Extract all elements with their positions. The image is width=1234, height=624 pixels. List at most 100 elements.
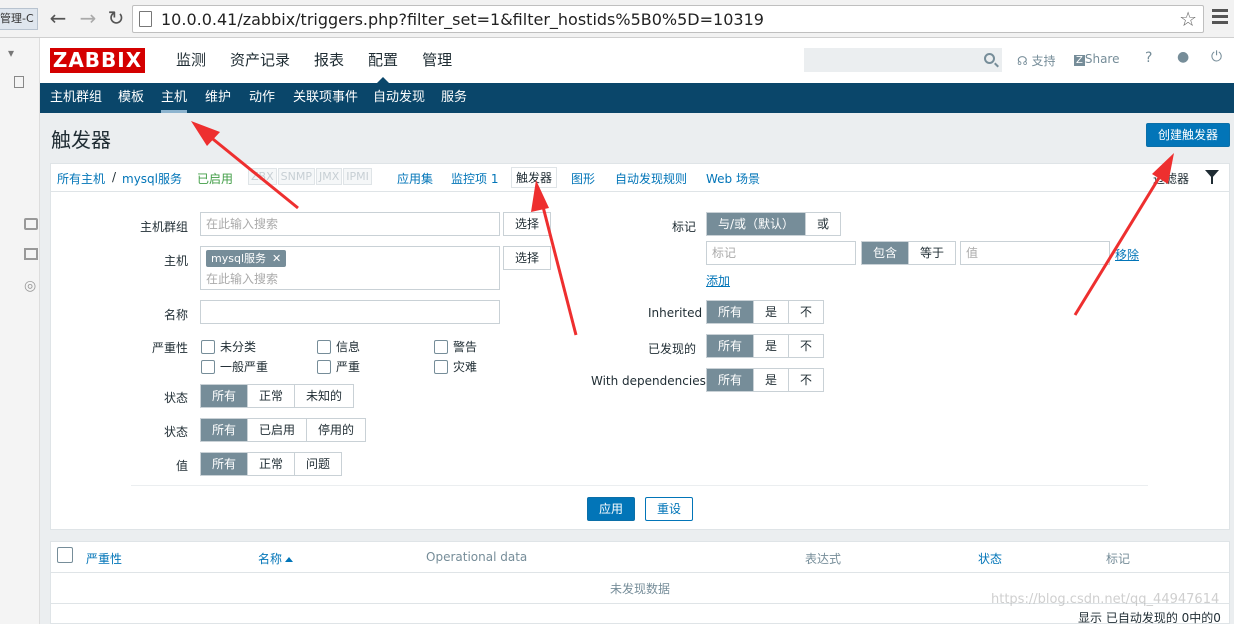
host-chip-label: mysql服务 (211, 252, 266, 265)
subnav-templates[interactable]: 模板 (118, 83, 144, 113)
share-label: Share (1084, 52, 1120, 66)
forward-icon[interactable]: → (75, 7, 101, 31)
tag-op-equals[interactable]: 等于 (909, 242, 955, 264)
items-link[interactable]: 监控项 1 (451, 170, 498, 187)
triggers-tab[interactable]: 触发器 (511, 167, 558, 188)
host-multiselect[interactable]: mysql服务 ✕ 在此输入搜索 (200, 246, 500, 290)
severity-disaster[interactable]: 灾难 (434, 358, 477, 375)
help-icon[interactable]: ? (1145, 50, 1152, 66)
severity-high[interactable]: 严重 (317, 358, 360, 375)
discovered-all[interactable]: 所有 (707, 335, 755, 357)
share-link[interactable]: Z Share (1074, 52, 1120, 66)
applications-link[interactable]: 应用集 (397, 170, 433, 187)
global-search-input[interactable] (804, 48, 1002, 72)
dependencies-no[interactable]: 不 (789, 369, 823, 391)
severity-average[interactable]: 一般严重 (201, 358, 268, 375)
tags-or[interactable]: 或 (806, 213, 840, 235)
watermark-text: https://blog.csdn.net/qq_44947614 (991, 592, 1220, 607)
inherited-all[interactable]: 所有 (707, 301, 755, 323)
col-status[interactable]: 状态 (978, 550, 1002, 567)
name-input[interactable] (200, 300, 500, 324)
subnav-services[interactable]: 服务 (441, 83, 467, 113)
sort-asc-icon (285, 557, 294, 562)
graphs-link[interactable]: 图形 (571, 170, 595, 187)
tag-value-input[interactable]: 值 (960, 241, 1110, 265)
web-scenarios-link[interactable]: Web 场景 (706, 170, 760, 187)
menu-configuration[interactable]: 配置 (356, 38, 410, 83)
subnav-host-groups[interactable]: 主机群组 (50, 83, 102, 113)
user-profile-icon[interactable]: ● (1177, 49, 1189, 65)
discovered-yes[interactable]: 是 (754, 335, 790, 357)
browser-menu-icon[interactable] (1212, 9, 1228, 27)
tag-op-contains[interactable]: 包含 (862, 242, 910, 264)
subnav-maintenance[interactable]: 维护 (205, 83, 231, 113)
tag-remove-link[interactable]: 移除 (1115, 246, 1139, 263)
col-operational-data: Operational data (426, 550, 528, 564)
host-group-select-button[interactable]: 选择 (503, 212, 551, 236)
reset-button[interactable]: 重设 (645, 497, 693, 521)
inherited-yes[interactable]: 是 (754, 301, 790, 323)
create-trigger-button[interactable]: 创建触发器 (1146, 123, 1230, 147)
tag-add-link[interactable]: 添加 (706, 272, 730, 289)
severity-warning[interactable]: 警告 (434, 338, 477, 355)
discovered-no[interactable]: 不 (789, 335, 823, 357)
top-menu: 监测 资产记录 报表 配置 管理 (164, 38, 464, 83)
value-problem[interactable]: 问题 (295, 453, 341, 475)
col-name[interactable]: 名称 (258, 550, 294, 567)
support-link[interactable]: ☊ 支持 (1017, 52, 1056, 69)
reload-icon[interactable]: ↻ (103, 7, 129, 31)
bookmark-star-icon[interactable]: ☆ (1179, 7, 1197, 31)
tag-name-input[interactable]: 标记 (706, 241, 856, 265)
all-hosts-link[interactable]: 所有主机 (57, 170, 105, 187)
discovery-rules-link[interactable]: 自动发现规则 (615, 170, 687, 187)
subnav-hosts[interactable]: 主机 (161, 83, 188, 113)
menu-inventory[interactable]: 资产记录 (218, 38, 302, 83)
zabbix-logo[interactable]: ZABBIX (50, 48, 145, 73)
name-label: 名称 (164, 308, 189, 322)
subnav-correlation[interactable]: 关联项事件 (293, 83, 358, 113)
host-group-search-input[interactable]: 在此输入搜索 (200, 212, 500, 236)
address-bar[interactable]: 10.0.0.41/zabbix/triggers.php?filter_set… (132, 5, 1204, 33)
tags-and-or[interactable]: 与/或（默认） (707, 213, 807, 235)
col-severity[interactable]: 严重性 (86, 550, 122, 567)
host-status-enabled[interactable]: 已启用 (197, 170, 233, 187)
back-icon[interactable]: ← (45, 7, 71, 31)
sign-out-icon[interactable]: ⏻ (1211, 49, 1222, 65)
remove-chip-icon[interactable]: ✕ (272, 252, 281, 265)
snmp-status-tag: SNMP (277, 168, 315, 185)
value-all[interactable]: 所有 (201, 453, 249, 475)
status-disabled[interactable]: 停用的 (307, 419, 365, 441)
host-select-button[interactable]: 选择 (503, 246, 551, 270)
severity-not-classified[interactable]: 未分类 (201, 338, 256, 355)
state-label: 状态 (164, 391, 189, 405)
severity-not-classified-label: 未分类 (220, 340, 257, 354)
browser-tab-title: 管理-C (0, 12, 34, 25)
host-link[interactable]: mysql服务 (122, 170, 182, 187)
status-enabled[interactable]: 已启用 (248, 419, 308, 441)
state-all[interactable]: 所有 (201, 385, 249, 407)
page-icon (139, 11, 152, 27)
severity-information[interactable]: 信息 (317, 338, 360, 355)
value-ok[interactable]: 正常 (248, 453, 296, 475)
subnav-actions[interactable]: 动作 (249, 83, 275, 113)
window-icon (24, 218, 38, 230)
dependencies-yes[interactable]: 是 (754, 369, 790, 391)
apply-button[interactable]: 应用 (587, 497, 635, 521)
jmx-status-tag: JMX (315, 168, 343, 185)
status-all[interactable]: 所有 (201, 419, 249, 441)
inherited-no[interactable]: 不 (789, 301, 823, 323)
menu-reports[interactable]: 报表 (302, 38, 356, 83)
menu-administration[interactable]: 管理 (410, 38, 464, 83)
status-toggle: 所有 已启用 停用的 (200, 418, 367, 442)
browser-tab[interactable]: 管理-C (0, 8, 38, 30)
filter-tab[interactable]: 过滤器 (1145, 164, 1229, 192)
state-unknown[interactable]: 未知的 (295, 385, 353, 407)
state-normal[interactable]: 正常 (248, 385, 296, 407)
menu-monitoring[interactable]: 监测 (164, 38, 218, 83)
left-side-strip: ▾ ◎ (0, 38, 40, 624)
subnav-discovery[interactable]: 自动发现 (373, 83, 425, 113)
dependencies-all[interactable]: 所有 (707, 369, 755, 391)
select-all-checkbox[interactable] (57, 547, 73, 563)
search-icon[interactable] (984, 53, 995, 64)
page-title: 触发器 (51, 128, 111, 152)
